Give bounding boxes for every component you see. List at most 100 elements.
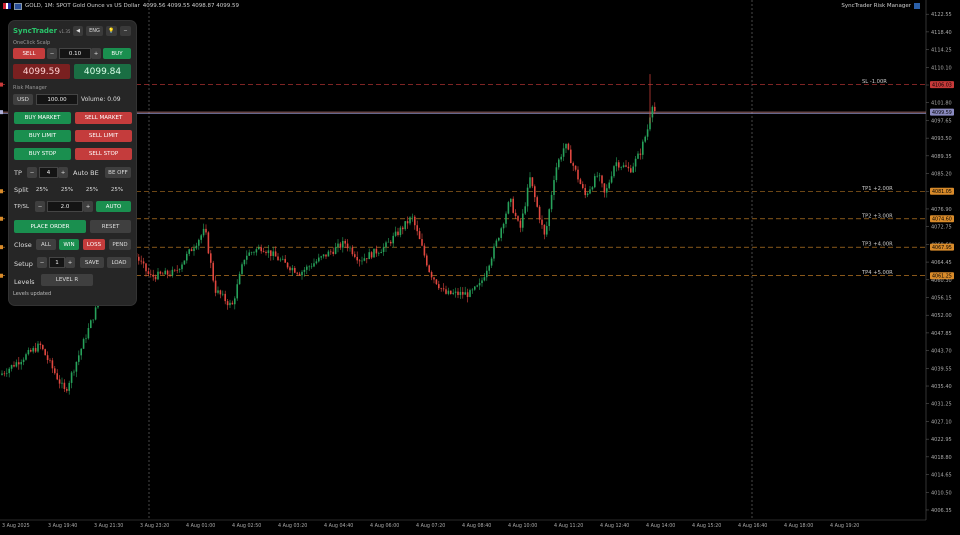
setup-minus-button[interactable]: −	[37, 257, 47, 268]
price-tick-label: 4089.35	[931, 154, 952, 160]
candle-body	[318, 257, 320, 262]
candle-body	[3, 373, 6, 375]
place-order-button[interactable]: PLACE ORDER	[14, 220, 86, 233]
back-icon[interactable]: ◀	[73, 26, 83, 36]
candle-body	[224, 293, 226, 302]
level-marker-tp3	[0, 245, 3, 250]
sell-limit-button[interactable]: SELL LIMIT	[75, 130, 132, 142]
tpsl-minus-button[interactable]: −	[35, 201, 45, 212]
candle-body	[560, 156, 562, 160]
candle-body	[231, 302, 234, 305]
chart-area[interactable]: 4122.554118.404114.254110.104105.954101.…	[0, 0, 960, 531]
candle-body	[286, 262, 289, 268]
candle-body	[500, 228, 502, 238]
lot-plus-button[interactable]: +	[91, 48, 101, 59]
price-tag-text-tp3: 4067.95	[932, 245, 952, 251]
candle-body	[82, 339, 85, 349]
split-1[interactable]: 25%	[32, 184, 52, 195]
close-win-button[interactable]: WIN	[59, 239, 79, 250]
candlestick-chart[interactable]: 4122.554118.404114.254110.104105.954101.…	[0, 0, 960, 531]
candle-body	[440, 288, 442, 289]
candle-body	[243, 259, 246, 265]
risk-amount-input[interactable]: 100.00	[36, 94, 78, 105]
lot-size-input[interactable]: 0.10	[59, 48, 91, 59]
candle-body	[272, 251, 274, 257]
candle-body	[66, 388, 68, 391]
candle-body	[253, 252, 255, 254]
level-label-tp2: TP2 +3.00R	[861, 213, 893, 219]
candle-body	[310, 266, 313, 268]
symbol-header: GOLD, 1M: SPOT Gold Ounce vs US Dollar 4…	[3, 1, 239, 11]
candle-body	[20, 362, 22, 365]
price-tick-label: 4064.45	[931, 260, 952, 266]
currency-toggle[interactable]: USD	[13, 94, 33, 105]
split-4[interactable]: 25%	[107, 184, 127, 195]
buy-market-button[interactable]: BUY MARKET	[14, 112, 71, 124]
candle-body	[183, 260, 186, 265]
candle-body	[34, 348, 37, 352]
candle-body	[524, 206, 526, 214]
tp-plus-button[interactable]: +	[58, 167, 68, 178]
candle-body	[450, 290, 452, 294]
volume-readout: Volume: 0.09	[81, 96, 121, 103]
save-setup-button[interactable]: SAVE	[80, 257, 104, 268]
sell-stop-button[interactable]: SELL STOP	[75, 148, 132, 160]
setup-plus-button[interactable]: +	[65, 257, 75, 268]
candle-body	[334, 247, 337, 254]
candle-body	[634, 158, 637, 167]
panel-version: v1.35	[59, 29, 71, 34]
language-button[interactable]: ENG	[86, 26, 103, 36]
candle-body	[250, 252, 253, 254]
candle-body	[22, 359, 25, 363]
reset-button[interactable]: RESET	[90, 220, 131, 233]
time-tick-label: 4 Aug 08:40	[462, 523, 491, 529]
tpsl-ratio-input[interactable]: 2.0	[47, 201, 83, 212]
candle-body	[565, 143, 567, 149]
tp-minus-button[interactable]: −	[27, 167, 37, 178]
candle-body	[390, 241, 392, 244]
candle-body	[478, 283, 481, 286]
candle-body	[378, 253, 380, 254]
load-setup-button[interactable]: LOAD	[107, 257, 131, 268]
sell-market-button[interactable]: SELL MARKET	[75, 112, 132, 124]
lot-minus-button[interactable]: −	[47, 48, 57, 59]
auto-button[interactable]: AUTO	[96, 201, 131, 212]
candle-body	[303, 269, 306, 272]
time-tick-label: 4 Aug 03:20	[278, 523, 307, 529]
minimize-button[interactable]: −	[120, 26, 131, 36]
level-r-button[interactable]: LEVEL R	[41, 274, 93, 286]
close-pending-button[interactable]: PEND	[109, 239, 131, 250]
candle-body	[531, 177, 534, 187]
candle-body	[414, 216, 416, 226]
bid-price[interactable]: 4099.59	[13, 64, 70, 79]
level-label-tp3: TP3 +4.00R	[861, 242, 893, 248]
currency-icon	[14, 2, 22, 10]
candle-body	[222, 293, 224, 295]
split-2[interactable]: 25%	[57, 184, 77, 195]
split-label: Split	[14, 186, 29, 194]
candle-body	[270, 250, 272, 257]
time-tick-label: 4 Aug 07:20	[416, 523, 445, 529]
oneclick-buy-button[interactable]: BUY	[103, 48, 131, 59]
ask-price[interactable]: 4099.84	[74, 64, 131, 79]
candle-body	[570, 149, 572, 164]
candle-body	[418, 231, 421, 240]
buy-stop-button[interactable]: BUY STOP	[14, 148, 71, 160]
close-loss-button[interactable]: LOSS	[83, 239, 105, 250]
split-3[interactable]: 25%	[82, 184, 102, 195]
buy-limit-button[interactable]: BUY LIMIT	[14, 130, 71, 142]
tpsl-plus-button[interactable]: +	[83, 201, 93, 212]
candle-body	[582, 184, 584, 189]
candle-body	[550, 194, 553, 210]
be-off-toggle[interactable]: BE OFF	[105, 167, 131, 178]
time-tick-label: 3 Aug 2025	[2, 523, 30, 529]
indicator-icon[interactable]	[914, 3, 920, 9]
oneclick-sell-button[interactable]: SELL	[13, 48, 45, 59]
time-tick-label: 4 Aug 11:20	[554, 523, 583, 529]
close-all-button[interactable]: ALL	[36, 239, 56, 250]
setup-number-input[interactable]: 1	[49, 257, 65, 268]
candle-body	[375, 248, 378, 254]
tp-count-input[interactable]: 4	[39, 167, 58, 178]
bulb-icon[interactable]: 💡	[106, 26, 117, 36]
price-tick-label: 4031.25	[931, 402, 952, 408]
